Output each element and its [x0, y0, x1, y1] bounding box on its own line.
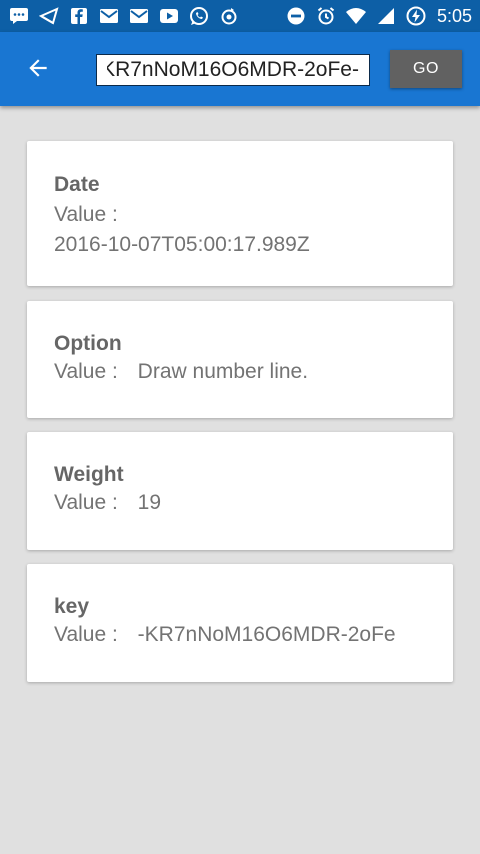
value-text: 2016-10-07T05:00:17.989Z — [54, 233, 310, 256]
messages-icon — [8, 5, 30, 27]
wifi-icon — [345, 5, 367, 27]
sync-icon — [218, 5, 240, 27]
alarm-icon — [315, 5, 337, 27]
value-label: Value : — [54, 203, 118, 226]
value-label: Value : — [54, 360, 118, 383]
notification-icons — [8, 5, 240, 27]
mail-icon — [98, 5, 120, 27]
mail-icon — [128, 5, 150, 27]
battery-charging-icon — [405, 5, 427, 27]
key-card: key Value : -KR7nNoM16O6MDR-2oFe — [27, 564, 453, 682]
arrow-back-icon — [25, 55, 51, 86]
do-not-disturb-icon — [285, 5, 307, 27]
back-button[interactable] — [20, 52, 56, 88]
card-title: Option — [54, 332, 122, 355]
card-value-row: Value : 19 — [54, 488, 453, 518]
option-card: Option Value : Draw number line. — [27, 301, 453, 418]
value-text: -KR7nNoM16O6MDR-2oFe — [137, 623, 396, 646]
value-label: Value : — [54, 491, 118, 514]
card-title: Weight — [54, 463, 124, 486]
key-search-input[interactable] — [96, 54, 370, 86]
card-title: Date — [54, 173, 100, 196]
clock-time: 5:05 — [436, 5, 472, 26]
go-button[interactable]: GO — [390, 50, 462, 88]
signal-icon — [375, 5, 397, 27]
card-value-row: Value : -KR7nNoM16O6MDR-2oFe — [54, 620, 453, 650]
value-text: 19 — [137, 491, 162, 514]
app-bar: GO — [0, 32, 480, 106]
value-text: Draw number line. — [137, 360, 309, 383]
card-title: key — [54, 595, 90, 618]
weight-card: Weight Value : 19 — [27, 432, 453, 550]
send-icon — [38, 5, 60, 27]
value-label: Value : — [54, 623, 118, 646]
card-value-row: Value : 2016-10-07T05:00:17.989Z — [54, 200, 453, 260]
date-card: Date Value : 2016-10-07T05:00:17.989Z — [27, 141, 453, 286]
facebook-icon — [68, 5, 90, 27]
status-bar: 5:05 — [0, 0, 480, 32]
youtube-icon — [158, 5, 180, 27]
card-value-row: Value : Draw number line. — [54, 357, 453, 387]
whatsapp-icon — [188, 5, 210, 27]
system-icons: 5:05 — [285, 5, 472, 27]
